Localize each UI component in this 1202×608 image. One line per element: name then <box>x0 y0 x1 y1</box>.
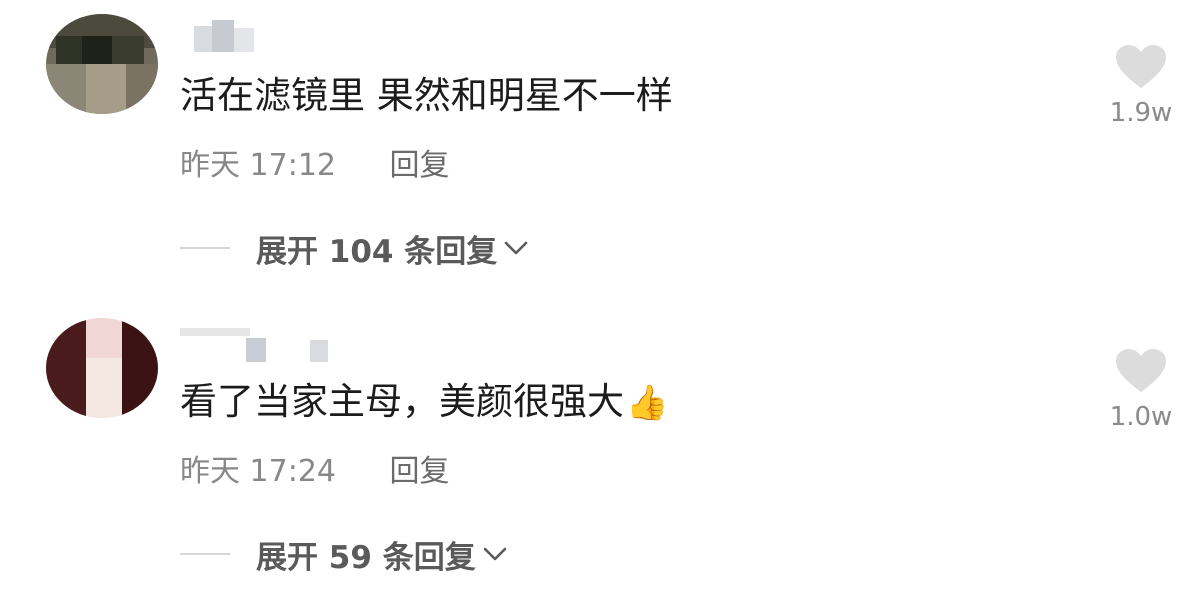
comment-text-content: 活在滤镜里 果然和明星不一样 <box>180 74 673 117</box>
chevron-down-icon <box>483 547 507 561</box>
comment-meta: 昨天 17:12 回复 <box>180 148 450 184</box>
expand-replies-label: 展开 59 条回复 <box>256 539 476 576</box>
reply-button[interactable]: 回复 <box>390 148 450 184</box>
heart-icon <box>1116 45 1166 88</box>
expand-replies-button[interactable]: 展开 104 条回复 <box>180 230 529 270</box>
like-count: 1.0w <box>1109 402 1173 432</box>
username-blurred[interactable] <box>180 320 340 362</box>
heart-icon <box>1116 349 1166 392</box>
comment-text: 活在滤镜里 果然和明星不一样 <box>180 74 673 118</box>
comment-text-content: 看了当家主母，美颜很强大 <box>180 380 624 423</box>
avatar[interactable] <box>46 14 158 114</box>
comment-text: 看了当家主母，美颜很强大👍 <box>180 380 668 425</box>
like-button[interactable]: 1.0w <box>1098 348 1184 432</box>
divider-line <box>180 247 230 249</box>
expand-replies-label: 展开 104 条回复 <box>256 233 498 270</box>
comment-time: 昨天 17:24 <box>180 454 336 489</box>
expand-replies-button[interactable]: 展开 59 条回复 <box>180 536 508 576</box>
username-blurred[interactable] <box>180 18 270 52</box>
reply-button[interactable]: 回复 <box>390 454 450 490</box>
thumbs-up-emoji: 👍 <box>626 383 669 423</box>
divider-line <box>180 553 230 555</box>
chevron-down-icon <box>504 241 528 255</box>
like-button[interactable]: 1.9w <box>1098 44 1184 128</box>
avatar[interactable] <box>46 318 158 418</box>
comment-time: 昨天 17:12 <box>180 148 336 183</box>
like-count: 1.9w <box>1109 98 1173 128</box>
comment-meta: 昨天 17:24 回复 <box>180 454 450 490</box>
